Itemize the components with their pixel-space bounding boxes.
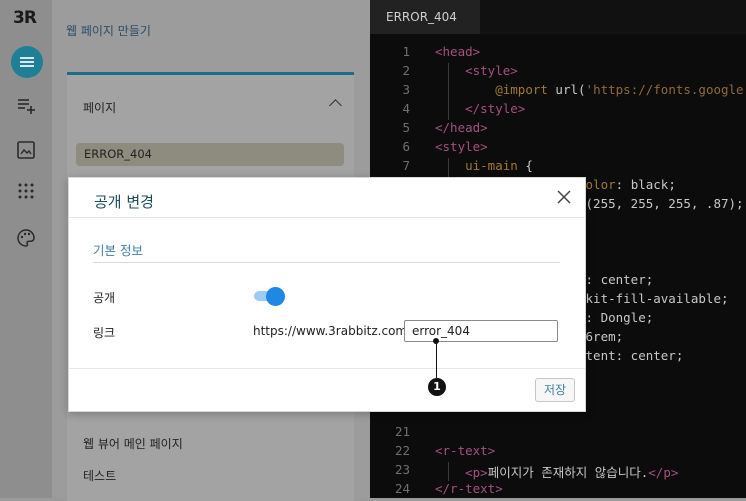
footer-divider	[69, 368, 585, 369]
publish-dialog: 공개 변경 기본 정보 공개 링크 https://www.3rabbitz.c…	[68, 177, 586, 412]
breadcrumb[interactable]: 웹 페이지 만들기	[66, 22, 151, 39]
code-token: 페이지가 존재하지 않습니다.	[487, 465, 649, 480]
close-icon[interactable]	[555, 188, 573, 206]
code-token: <r-text>	[435, 443, 496, 458]
public-toggle[interactable]	[254, 287, 286, 306]
line-number: 3	[402, 82, 410, 97]
code-token: {	[517, 158, 533, 173]
code-line[interactable]: <r-text>	[435, 443, 495, 458]
line-number: 5	[402, 120, 410, 135]
public-label: 공개	[93, 291, 116, 305]
section-heading: 기본 정보	[93, 243, 143, 258]
line-number: 22	[394, 443, 410, 458]
page-item[interactable]: 웹 뷰어 메인 페이지	[83, 435, 183, 452]
slug-input[interactable]	[404, 320, 558, 342]
image-icon[interactable]	[16, 140, 36, 160]
code-line[interactable]: <head>	[435, 44, 480, 59]
code-line[interactable]: <p>페이지가 존재하지 않습니다.</p>	[435, 462, 678, 481]
code-token: 'https://fonts.google	[585, 82, 744, 97]
editor-tabbar: ERROR_404	[370, 0, 746, 34]
code-token: </head>	[435, 120, 488, 135]
pages-section-title: 페이지	[83, 101, 117, 115]
code-line[interactable]: @import url('https://fonts.google	[435, 82, 744, 97]
code-line[interactable]: </r-text>	[435, 481, 503, 496]
line-number: 23	[394, 462, 410, 477]
add-list-icon[interactable]	[16, 96, 36, 116]
code-token: </style>	[465, 101, 526, 116]
callout-line	[436, 340, 437, 378]
code-token: : black;	[615, 177, 676, 192]
page-item-selected[interactable]: ERROR_404	[76, 143, 344, 166]
code-line[interactable]: <style>	[435, 139, 488, 154]
grid-dots-icon[interactable]	[16, 182, 36, 202]
code-token: url(	[547, 82, 586, 97]
code-line[interactable]: </head>	[435, 120, 488, 135]
code-token: <style>	[465, 63, 518, 78]
page-item[interactable]: 테스트	[83, 467, 116, 484]
code-token: <style>	[435, 139, 488, 154]
code-token: ui-main	[465, 158, 518, 173]
code-token: </r-text>	[435, 481, 503, 496]
line-number: 7	[402, 158, 410, 173]
line-number: 2	[402, 63, 410, 78]
palette-icon[interactable]	[16, 228, 36, 248]
menu-icon[interactable]	[11, 46, 43, 78]
line-number: 4	[402, 101, 410, 116]
code-token: <head>	[435, 44, 481, 59]
header-divider	[69, 217, 585, 218]
code-token: </p>	[648, 465, 679, 480]
page-item-label: ERROR_404	[84, 147, 152, 161]
toggle-knob	[266, 287, 285, 306]
line-number: 1	[402, 44, 410, 59]
save-button[interactable]: 저장	[535, 378, 575, 402]
chevron-up-icon[interactable]	[329, 99, 342, 112]
indent-guide	[448, 63, 449, 120]
dialog-title: 공개 변경	[94, 193, 154, 211]
code-token: @import	[495, 82, 548, 97]
callout-badge: 1	[428, 378, 446, 396]
code-line[interactable]: ui-main {	[435, 158, 533, 173]
line-number: 24	[394, 481, 410, 496]
code-token: <p>	[465, 465, 488, 480]
line-number: 6	[402, 139, 410, 154]
app-logo[interactable]: 3R	[13, 8, 41, 28]
icon-rail: 3R	[0, 0, 53, 498]
section-divider	[93, 262, 560, 263]
link-label: 링크	[93, 326, 116, 340]
tab-error-404[interactable]: ERROR_404	[370, 0, 480, 34]
url-prefix: https://www.3rabbitz.com/	[253, 324, 412, 338]
line-number: 21	[394, 424, 410, 439]
indent-guide	[448, 462, 449, 481]
